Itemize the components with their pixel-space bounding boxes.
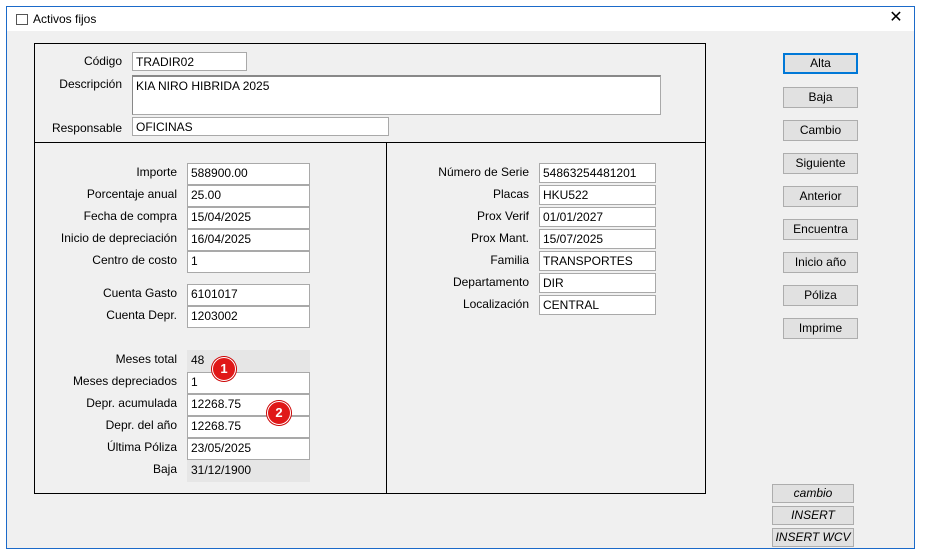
inicio-depreciacion-label: Inicio de depreciación	[60, 231, 177, 245]
cuenta-depr-label: Cuenta Depr.	[106, 308, 177, 322]
meses-depreciados-label: Meses depreciados	[72, 374, 177, 388]
depr-anio-field[interactable]: 12268.75	[187, 416, 310, 438]
inicio-depreciacion-field[interactable]: 16/04/2025	[187, 229, 310, 251]
baja-field: 31/12/1900	[187, 460, 310, 482]
centro-costo-label: Centro de costo	[92, 253, 177, 267]
localizacion-label: Localización	[462, 297, 529, 311]
familia-label: Familia	[490, 253, 529, 267]
annotation-badge-2: 2	[267, 401, 291, 425]
title-bar: Activos fijos ✕	[7, 7, 914, 31]
familia-field[interactable]: TRANSPORTES	[539, 251, 656, 271]
codigo-field[interactable]: TRADIR02	[132, 52, 247, 71]
numero-serie-label: Número de Serie	[438, 165, 529, 179]
baja-label: Baja	[152, 462, 177, 476]
placas-field[interactable]: HKU522	[539, 185, 656, 205]
meses-depreciados-field[interactable]: 1	[187, 372, 310, 394]
depr-acumulada-field[interactable]: 12268.75	[187, 394, 310, 416]
status-cambio-button[interactable]: cambio	[772, 484, 854, 503]
departamento-field[interactable]: DIR	[539, 273, 656, 293]
window-title: Activos fijos	[33, 12, 97, 26]
imprime-button[interactable]: Imprime	[783, 318, 858, 339]
poliza-button[interactable]: Póliza	[783, 285, 858, 306]
status-insert-button[interactable]: INSERT	[772, 506, 854, 525]
prox-mant-field[interactable]: 15/07/2025	[539, 229, 656, 249]
codigo-label: Código	[83, 54, 122, 68]
siguiente-button[interactable]: Siguiente	[783, 153, 858, 174]
status-insert-wcv-button[interactable]: INSERT WCV	[772, 528, 854, 547]
centro-costo-field[interactable]: 1	[187, 251, 310, 273]
depr-acumulada-label: Depr. acumulada	[86, 396, 177, 410]
annotation-badge-1: 1	[212, 357, 236, 381]
inicio-anio-button[interactable]: Inicio año	[783, 252, 858, 273]
close-icon[interactable]: ✕	[887, 9, 905, 27]
prox-verif-label: Prox Verif	[476, 209, 529, 223]
anterior-button[interactable]: Anterior	[783, 186, 858, 207]
meses-total-label: Meses total	[115, 352, 177, 366]
meses-total-field: 48	[187, 350, 310, 372]
placas-label: Placas	[492, 187, 529, 201]
porcentaje-anual-field[interactable]: 25.00	[187, 185, 310, 207]
responsable-field[interactable]: OFICINAS	[132, 117, 389, 136]
porcentaje-anual-label: Porcentaje anual	[86, 187, 177, 201]
importe-field[interactable]: 588900.00	[187, 163, 310, 185]
window-icon	[16, 14, 28, 25]
importe-label: Importe	[136, 165, 177, 179]
cuenta-depr-field[interactable]: 1203002	[187, 306, 310, 328]
departamento-label: Departamento	[452, 275, 529, 289]
localizacion-field[interactable]: CENTRAL	[539, 295, 656, 315]
fecha-compra-field[interactable]: 15/04/2025	[187, 207, 310, 229]
ultima-poliza-field[interactable]: 23/05/2025	[187, 438, 310, 460]
alta-button[interactable]: Alta	[783, 53, 858, 74]
prox-verif-field[interactable]: 01/01/2027	[539, 207, 656, 227]
descripcion-label: Descripción	[59, 77, 122, 91]
cuenta-gasto-field[interactable]: 6101017	[187, 284, 310, 306]
depr-anio-label: Depr. del año	[105, 418, 177, 432]
ultima-poliza-label: Última Póliza	[106, 440, 177, 454]
numero-serie-field[interactable]: 54863254481201	[539, 163, 656, 183]
cambio-button[interactable]: Cambio	[783, 120, 858, 141]
prox-mant-label: Prox Mant.	[470, 231, 529, 245]
encuentra-button[interactable]: Encuentra	[783, 219, 858, 240]
descripcion-field[interactable]: KIA NIRO HIBRIDA 2025	[132, 75, 661, 115]
cuenta-gasto-label: Cuenta Gasto	[102, 286, 177, 300]
baja-button[interactable]: Baja	[783, 87, 858, 108]
responsable-label: Responsable	[51, 121, 122, 135]
fecha-compra-label: Fecha de compra	[83, 209, 177, 223]
